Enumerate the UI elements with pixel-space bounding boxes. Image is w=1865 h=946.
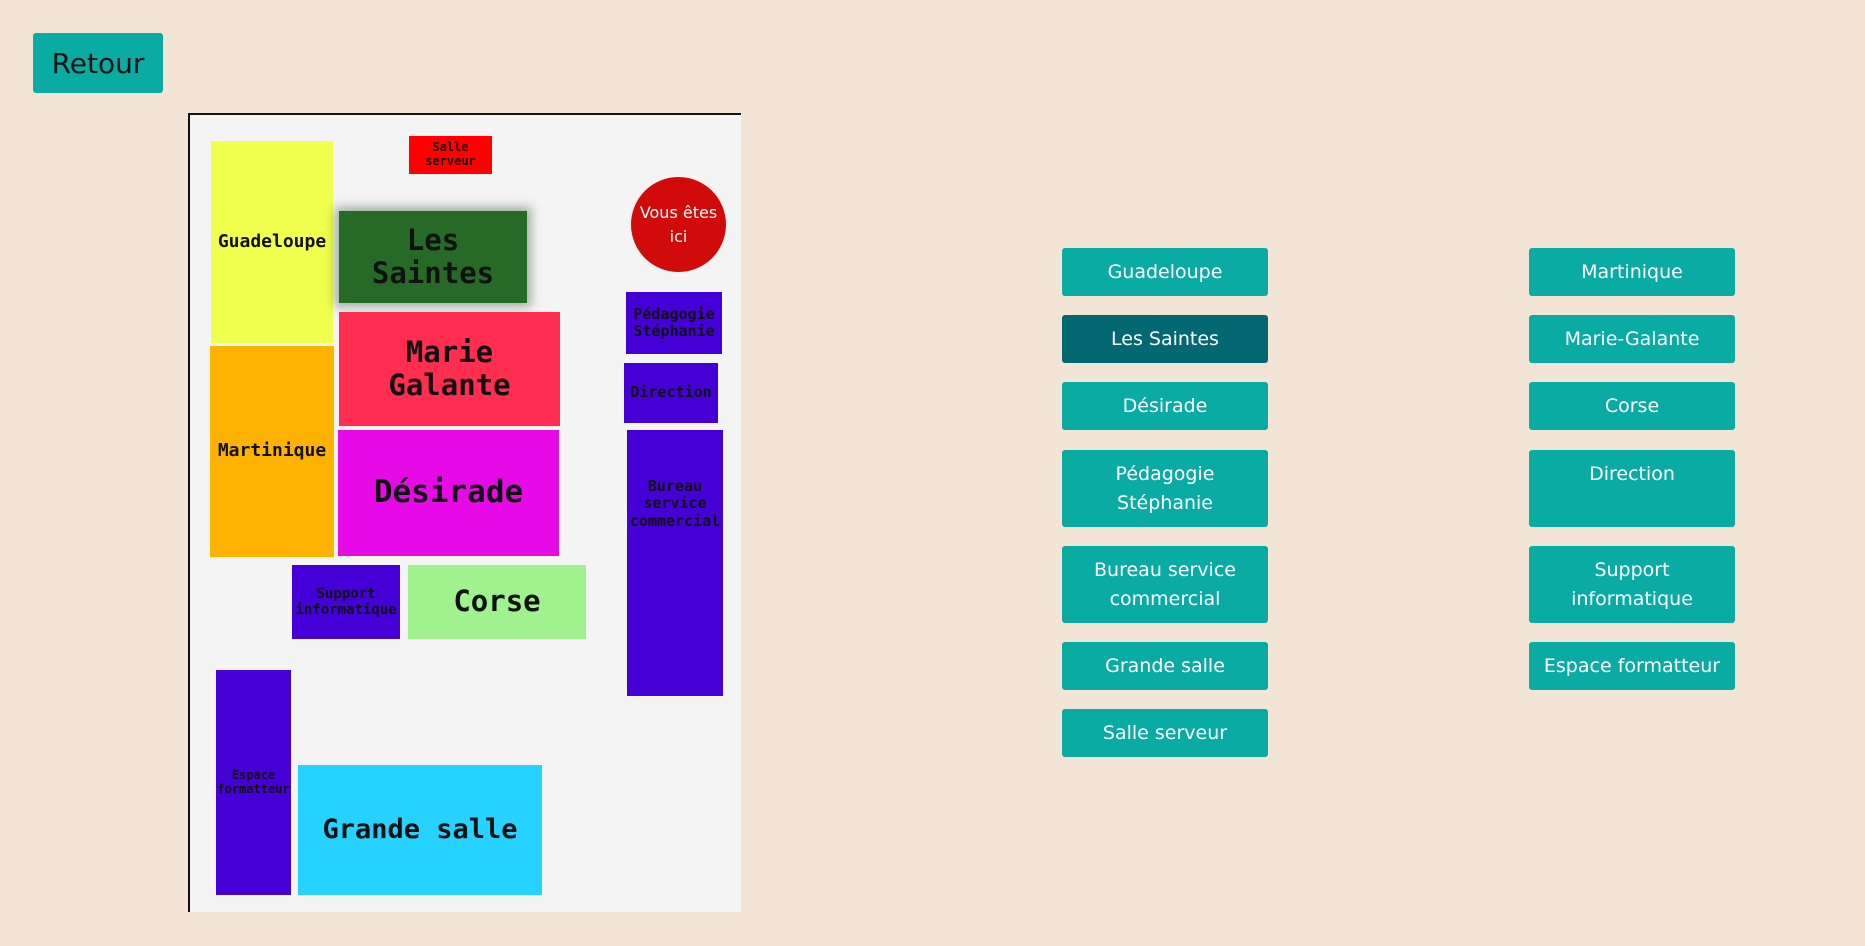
room-button-bureau-commercial[interactable]: Bureau service commercial [1062,546,1268,623]
room-salle-serveur[interactable]: Salle serveur [409,136,492,174]
room-guadeloupe[interactable]: Guadeloupe [211,141,333,343]
room-button-salle-serveur[interactable]: Salle serveur [1062,709,1268,757]
room-button-guadeloupe[interactable]: Guadeloupe [1062,248,1268,296]
room-martinique[interactable]: Martinique [210,346,334,557]
room-button-marie-galante[interactable]: Marie-Galante [1529,315,1735,363]
room-button-grande-salle[interactable]: Grande salle [1062,642,1268,690]
room-button-corse[interactable]: Corse [1529,382,1735,430]
room-desirade[interactable]: Désirade [338,430,559,556]
you-are-here-marker: Vous êtes ici [631,177,726,272]
room-direction[interactable]: Direction [624,363,718,423]
room-button-direction[interactable]: Direction [1529,450,1735,527]
back-button[interactable]: Retour [33,33,163,93]
room-marie-galante[interactable]: Marie Galante [339,312,560,426]
room-button-martinique[interactable]: Martinique [1529,248,1735,296]
room-support[interactable]: Support informatique [292,565,400,639]
room-button-support[interactable]: Support informatique [1529,546,1735,623]
room-grande-salle[interactable]: Grande salle [298,765,542,895]
floor-plan: Guadeloupe Salle serveur Les Saintes Vou… [188,113,741,912]
room-bureau-commercial[interactable]: Bureau service commercial [627,430,723,696]
room-pedagogie[interactable]: Pédagogie Stéphanie [626,292,722,354]
room-button-les-saintes[interactable]: Les Saintes [1062,315,1268,363]
room-espace-formatteur[interactable]: Espace formatteur [216,670,291,895]
room-button-espace-formatteur[interactable]: Espace formatteur [1529,642,1735,690]
room-button-pedagogie[interactable]: Pédagogie Stéphanie [1062,450,1268,527]
room-button-desirade[interactable]: Désirade [1062,382,1268,430]
room-les-saintes[interactable]: Les Saintes [339,211,527,303]
room-corse[interactable]: Corse [408,565,586,639]
